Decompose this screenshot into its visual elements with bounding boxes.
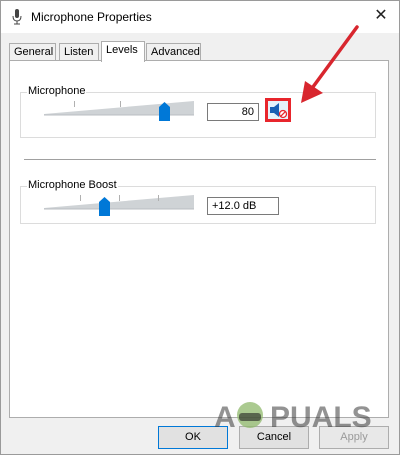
title-bar: Microphone Properties ✕ [1,1,399,33]
section-divider [24,159,376,160]
levels-panel: Microphone 80 Microphone Boost +12.0 dB [9,60,389,418]
speaker-muted-icon [270,103,288,119]
tab-listen[interactable]: Listen [59,43,99,61]
tab-levels[interactable]: Levels [101,41,145,62]
apply-button[interactable]: Apply [319,426,389,449]
slider-tick [119,195,120,201]
boost-slider-thumb[interactable] [98,197,110,216]
properties-window: Microphone Properties ✕ General Listen L… [0,0,400,455]
slider-tick [74,101,75,107]
slider-tick [80,195,81,201]
slider-tick [158,195,159,201]
tab-advanced[interactable]: Advanced [146,43,201,61]
microphone-icon [12,9,22,25]
ok-button[interactable]: OK [158,426,228,449]
slider-tick [120,101,121,107]
microphone-label: Microphone [27,85,87,97]
window-title: Microphone Properties [31,10,152,24]
boost-level-field[interactable]: +12.0 dB [207,197,279,215]
tab-strip: General Listen Levels Advanced [9,41,389,62]
close-button[interactable]: ✕ [369,5,393,27]
mute-toggle-button[interactable] [265,98,291,122]
tab-general[interactable]: General [9,43,56,61]
cancel-button[interactable]: Cancel [239,426,309,449]
microphone-slider-thumb[interactable] [158,102,170,121]
boost-slider-track[interactable] [44,193,196,213]
microphone-boost-group: Microphone Boost +12.0 dB [20,179,376,224]
microphone-group: Microphone 80 [20,85,376,138]
microphone-boost-label: Microphone Boost [27,179,118,191]
microphone-level-field[interactable]: 80 [207,103,259,121]
